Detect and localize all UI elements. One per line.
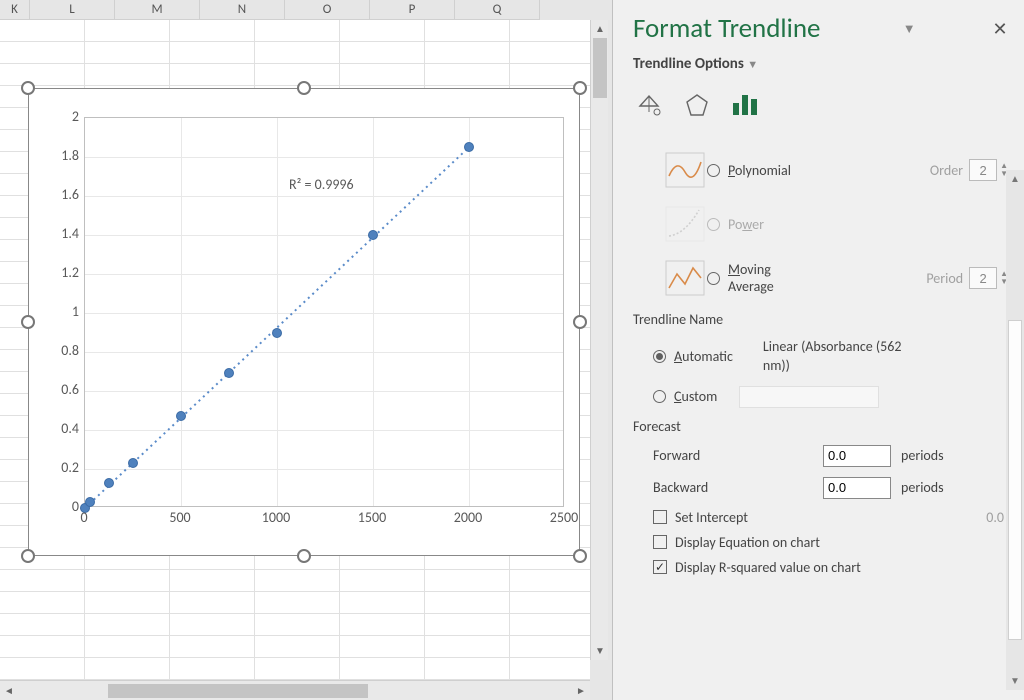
- automatic-name-radio[interactable]: [653, 350, 666, 363]
- data-point[interactable]: [224, 368, 234, 378]
- power-label: Power: [728, 216, 764, 233]
- col-header[interactable]: L: [30, 0, 115, 20]
- scroll-down-arrow[interactable]: ▼: [591, 642, 609, 660]
- custom-name-label[interactable]: Custom: [674, 388, 717, 405]
- backward-label: Backward: [653, 479, 823, 496]
- trendline-options-dropdown[interactable]: Trendline Options: [633, 55, 744, 73]
- x-tick-label: 1500: [342, 509, 402, 526]
- scroll-thumb[interactable]: [108, 684, 368, 698]
- scroll-right-arrow[interactable]: ►: [572, 682, 590, 700]
- col-header[interactable]: M: [115, 0, 200, 20]
- polynomial-icon: [663, 150, 707, 190]
- forward-unit: periods: [901, 447, 944, 464]
- vertical-scrollbar[interactable]: ▲ ▼: [590, 20, 608, 660]
- order-input[interactable]: [969, 159, 997, 181]
- format-trendline-pane: Format Trendline ▼ ✕ Trendline Options ▼…: [612, 0, 1024, 700]
- col-header[interactable]: Q: [455, 0, 540, 20]
- resize-handle[interactable]: [573, 81, 587, 95]
- polynomial-radio[interactable]: [707, 164, 720, 177]
- display-equation-label[interactable]: Display Equation on chart: [675, 534, 820, 551]
- backward-unit: periods: [901, 479, 944, 496]
- y-tick-label: 0.6: [29, 381, 79, 398]
- x-tick-label: 2500: [534, 509, 594, 526]
- pane-title-dropdown-icon[interactable]: ▼: [903, 21, 916, 37]
- polynomial-label[interactable]: Polynomial: [728, 162, 791, 179]
- y-tick-label: 0.4: [29, 420, 79, 437]
- set-intercept-label[interactable]: Set Intercept: [675, 509, 748, 526]
- display-r2-label[interactable]: Display R-squared value on chart: [675, 559, 861, 576]
- scroll-down-arrow[interactable]: ▼: [1006, 672, 1024, 690]
- trendline-name-header: Trendline Name: [633, 311, 1024, 328]
- fill-and-line-icon[interactable]: [633, 91, 665, 119]
- display-equation-checkbox[interactable]: [653, 535, 667, 549]
- y-tick-label: 2: [29, 108, 79, 125]
- data-point[interactable]: [85, 497, 95, 507]
- scroll-thumb[interactable]: [593, 38, 607, 98]
- resize-handle[interactable]: [573, 549, 587, 563]
- col-header[interactable]: K: [0, 0, 30, 20]
- data-point[interactable]: [464, 142, 474, 152]
- resize-handle[interactable]: [297, 549, 311, 563]
- custom-name-input[interactable]: [739, 386, 879, 408]
- x-tick-label: 1000: [246, 509, 306, 526]
- scroll-left-arrow[interactable]: ◄: [0, 682, 18, 700]
- y-tick-label: 1.8: [29, 147, 79, 164]
- trendline-options-icon[interactable]: [729, 91, 761, 119]
- moving-average-label[interactable]: MovingAverage: [728, 261, 774, 295]
- display-r2-checkbox[interactable]: ✓: [653, 560, 667, 574]
- close-icon[interactable]: ✕: [988, 18, 1012, 40]
- backward-input[interactable]: [823, 477, 891, 499]
- period-label: Period: [926, 270, 963, 287]
- resize-handle[interactable]: [21, 81, 35, 95]
- resize-handle[interactable]: [297, 81, 311, 95]
- col-header[interactable]: O: [285, 0, 370, 20]
- horizontal-scrollbar[interactable]: ◄ ►: [0, 680, 590, 700]
- pane-scrollbar[interactable]: ▲ ▼: [1006, 170, 1024, 690]
- data-point[interactable]: [272, 328, 282, 338]
- forward-label: Forward: [653, 447, 823, 464]
- y-tick-label: 1: [29, 303, 79, 320]
- power-radio: [707, 218, 720, 231]
- resize-handle[interactable]: [21, 549, 35, 563]
- pane-title: Format Trendline: [633, 12, 820, 45]
- scroll-up-arrow[interactable]: ▲: [1006, 170, 1024, 188]
- scroll-thumb[interactable]: [1008, 320, 1022, 640]
- period-spinner[interactable]: ▲▼: [969, 267, 1008, 289]
- chart-object[interactable]: R² = 0.9996 0 0.2 0.4 0.6 0.8 1 1.2 1.4 1.6 1.8 20…: [28, 88, 580, 556]
- y-tick-label: 1.2: [29, 264, 79, 281]
- chevron-down-icon[interactable]: ▼: [747, 58, 758, 71]
- order-spinner[interactable]: ▲▼: [969, 159, 1008, 181]
- set-intercept-checkbox[interactable]: [653, 510, 667, 524]
- resize-handle[interactable]: [573, 315, 587, 329]
- col-header[interactable]: N: [200, 0, 285, 20]
- r-squared-label: R² = 0.9996: [289, 176, 354, 193]
- spreadsheet-area: K L M N O P Q ▲ ▼ ◄ ► R² = 0.9996 0 0.2 0.…: [0, 0, 612, 700]
- order-label: Order: [930, 162, 963, 179]
- column-headers: K L M N O P Q: [0, 0, 590, 20]
- scroll-up-arrow[interactable]: ▲: [591, 20, 609, 38]
- x-tick-label: 0: [54, 509, 114, 526]
- y-tick-label: 0.2: [29, 459, 79, 476]
- forecast-header: Forecast: [633, 418, 1024, 435]
- y-tick-label: 1.4: [29, 225, 79, 242]
- data-point[interactable]: [368, 230, 378, 240]
- x-tick-label: 2000: [438, 509, 498, 526]
- period-input[interactable]: [969, 267, 997, 289]
- effects-icon[interactable]: [681, 91, 713, 119]
- automatic-name-label[interactable]: Automatic: [674, 348, 733, 365]
- data-point[interactable]: [176, 411, 186, 421]
- moving-average-radio[interactable]: [707, 272, 720, 285]
- y-tick-label: 0.8: [29, 342, 79, 359]
- x-tick-label: 500: [150, 509, 210, 526]
- data-point[interactable]: [128, 458, 138, 468]
- y-tick-label: 1.6: [29, 186, 79, 203]
- data-point[interactable]: [104, 478, 114, 488]
- col-header[interactable]: P: [370, 0, 455, 20]
- automatic-name-value: Linear (Absorbance (562 nm)): [763, 338, 913, 376]
- moving-average-icon: [663, 258, 707, 298]
- set-intercept-value: 0.0: [986, 509, 1004, 526]
- custom-name-radio[interactable]: [653, 390, 666, 403]
- forward-input[interactable]: [823, 445, 891, 467]
- power-icon: [663, 204, 707, 244]
